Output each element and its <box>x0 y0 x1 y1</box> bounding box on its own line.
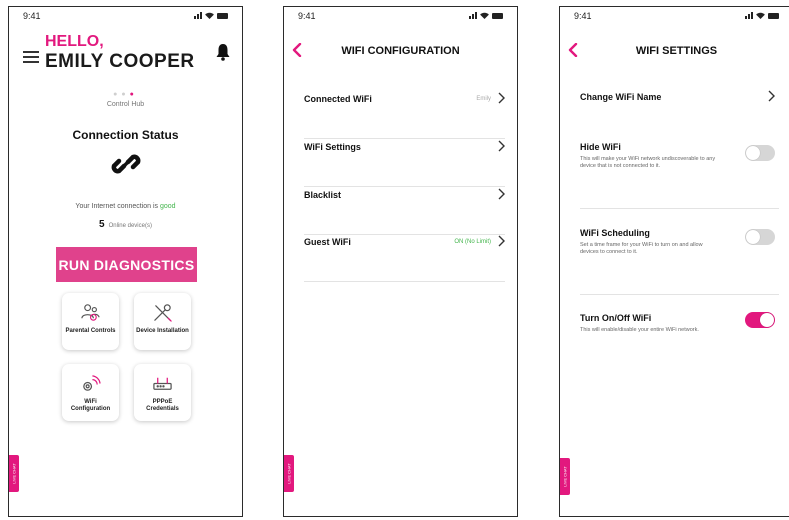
row-guest-wifi[interactable]: Guest WiFi ON (No Limit) <box>304 234 505 282</box>
chevron-right-icon <box>768 90 775 102</box>
live-chat-tab[interactable]: LIVE CHAT <box>284 455 294 492</box>
user-name: EMILY COOPER <box>45 51 195 72</box>
internet-status-value: good <box>160 203 176 210</box>
wifi-status-icon <box>480 12 489 19</box>
turn-on-off-wifi-toggle[interactable] <box>745 312 775 328</box>
wifi-configuration-screen: 9:41 WIFI CONFIGURATION Connected WiFi E… <box>283 6 518 517</box>
home-screen: 9:41 HELLO, EMILY COOPER ●●● Control Hub… <box>8 6 243 517</box>
row-blacklist[interactable]: Blacklist <box>304 187 505 235</box>
battery-icon <box>217 13 228 19</box>
row-value: ON (No Limit) <box>454 239 491 245</box>
wifi-status-icon <box>756 12 765 19</box>
setting-description: This will make your WiFi network undisco… <box>580 156 716 169</box>
online-devices: 5 Online device(s) <box>99 219 152 230</box>
connection-status-title: Connection Status <box>72 128 179 142</box>
row-connected-wifi[interactable]: Connected WiFi Emily <box>304 91 505 139</box>
signal-icon <box>469 12 477 19</box>
row-label: Change WiFi Name <box>580 92 662 102</box>
parental-controls-icon <box>81 304 100 321</box>
hide-wifi-toggle[interactable] <box>745 145 775 161</box>
setting-hide-wifi: Hide WiFi This will make your WiFi netwo… <box>580 142 779 209</box>
setting-label: WiFi Scheduling <box>580 228 650 238</box>
setting-turn-on-off-wifi: Turn On/Off WiFi This will enable/disabl… <box>580 312 779 353</box>
live-chat-tab[interactable]: LIVE CHAT <box>9 455 19 492</box>
tools-icon <box>154 304 172 322</box>
live-chat-tab[interactable]: LIVE CHAT <box>560 458 570 495</box>
setting-description: Set a time frame for your WiFi to turn o… <box>580 242 703 255</box>
page-title: WIFI CONFIGURATION <box>341 45 460 57</box>
run-diagnostics-button[interactable]: RUN DIAGNOSTICS <box>56 247 197 282</box>
tile-label: PPPoE Credentials <box>146 399 179 412</box>
row-label: Blacklist <box>304 190 342 200</box>
battery-icon <box>768 13 779 19</box>
signal-icon <box>194 12 202 19</box>
setting-wifi-scheduling: WiFi Scheduling Set a time frame for you… <box>580 228 779 295</box>
page-indicator: ●●● <box>113 91 138 98</box>
battery-icon <box>492 13 503 19</box>
wifi-status-icon <box>205 12 214 19</box>
status-bar: 9:41 <box>574 11 779 23</box>
wifi-gear-icon <box>83 375 101 391</box>
row-label: Guest WiFi <box>304 237 351 247</box>
internet-status: Your Internet connection is good <box>75 203 176 210</box>
pppoe-credentials-tile[interactable]: PPPoE Credentials <box>134 364 191 421</box>
status-bar: 9:41 <box>298 11 503 23</box>
tile-label: Parental Controls <box>65 328 116 334</box>
chevron-right-icon <box>498 92 505 104</box>
setting-description: This will enable/disable your entire WiF… <box>580 327 699 333</box>
tile-label: Device Installation <box>136 328 189 334</box>
wifi-configuration-tile[interactable]: WiFi Configuration <box>62 364 119 421</box>
signal-icon <box>745 12 753 19</box>
tile-label: WiFi Configuration <box>70 399 111 412</box>
row-label: WiFi Settings <box>304 142 361 152</box>
wifi-scheduling-toggle[interactable] <box>745 229 775 245</box>
notification-bell-icon[interactable] <box>216 43 230 61</box>
greeting: HELLO, <box>45 33 104 50</box>
status-time: 9:41 <box>574 11 592 21</box>
page-title: WIFI SETTINGS <box>635 45 718 57</box>
chevron-right-icon <box>498 235 505 247</box>
row-label: Connected WiFi <box>304 94 372 104</box>
status-time: 9:41 <box>298 11 316 21</box>
setting-label: Turn On/Off WiFi <box>580 313 652 323</box>
status-time: 9:41 <box>23 11 41 21</box>
device-count: 5 <box>99 219 105 230</box>
menu-icon[interactable] <box>23 51 39 63</box>
chevron-right-icon <box>498 188 505 200</box>
parental-controls-tile[interactable]: Parental Controls <box>62 293 119 350</box>
wifi-settings-screen: 9:41 WIFI SETTINGS Change WiFi Name Hide… <box>559 6 789 517</box>
change-wifi-name-row[interactable]: Change WiFi Name <box>580 89 779 123</box>
link-icon <box>111 154 141 174</box>
device-installation-tile[interactable]: Device Installation <box>134 293 191 350</box>
hub-label: Control Hub <box>106 101 145 108</box>
router-icon <box>153 377 172 390</box>
setting-label: Hide WiFi <box>580 142 621 152</box>
row-value: Emily <box>476 96 491 102</box>
chevron-right-icon <box>498 140 505 152</box>
status-bar: 9:41 <box>23 11 228 23</box>
row-wifi-settings[interactable]: WiFi Settings <box>304 139 505 187</box>
